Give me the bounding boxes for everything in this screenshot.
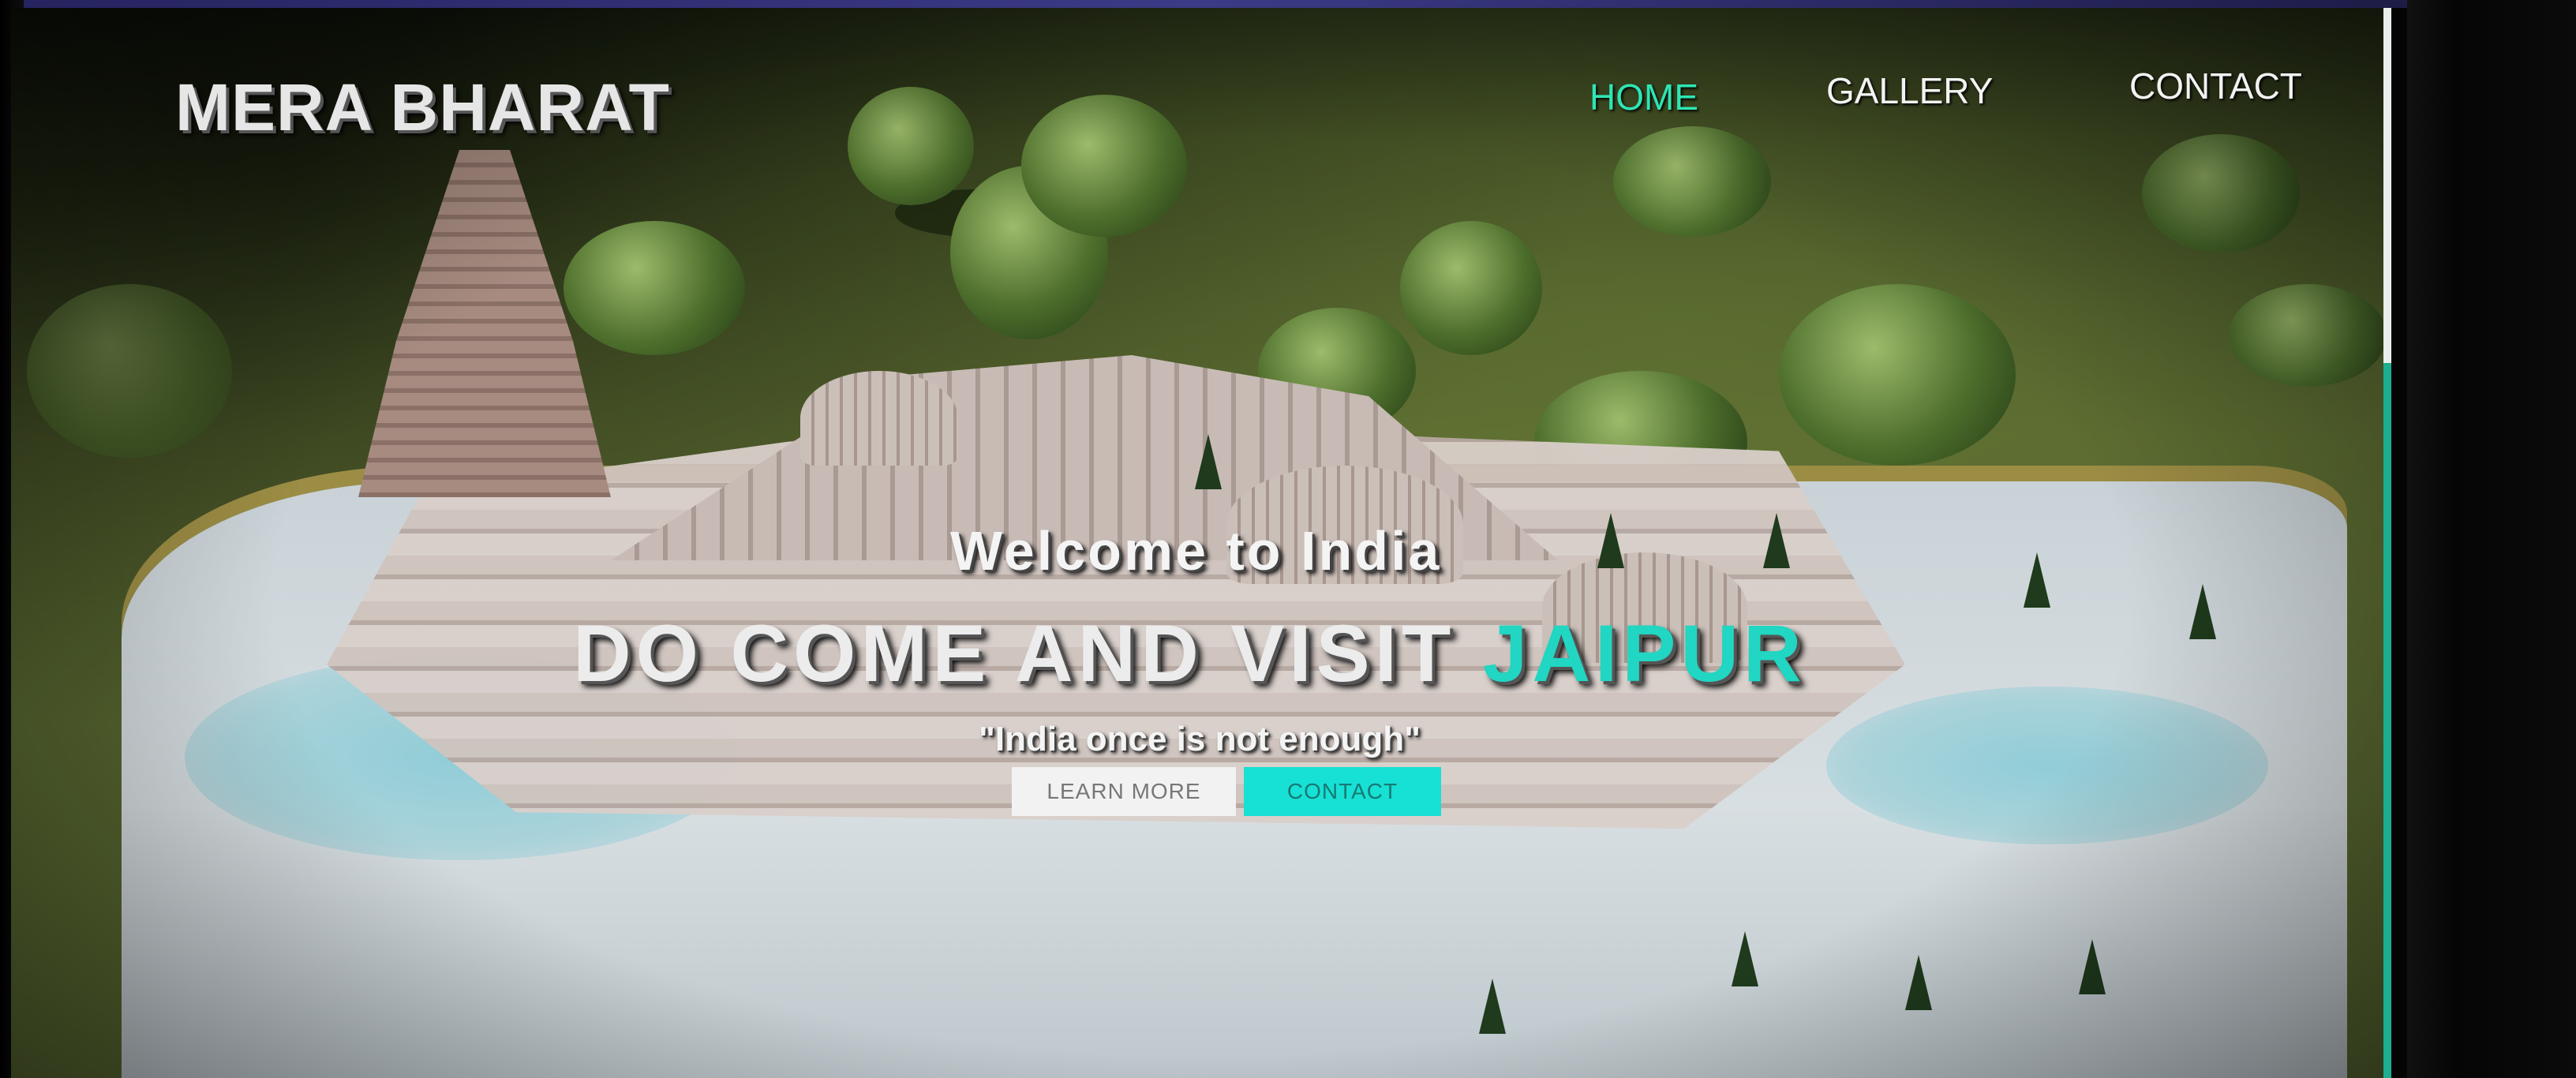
hero-section: MERA BHARAT HOME GALLERY CONTACT Welcome… <box>11 8 2391 1078</box>
learn-more-button[interactable]: LEARN MORE <box>1012 767 1236 816</box>
nav-contact-link[interactable]: CONTACT <box>2129 65 2302 107</box>
monitor-right-bezel <box>2407 0 2576 1078</box>
nav-gallery-link[interactable]: GALLERY <box>1826 69 1993 112</box>
nav-home-link[interactable]: HOME <box>1589 76 1698 118</box>
scrollbar-thumb[interactable] <box>2383 363 2391 1078</box>
site-logo[interactable]: MERA BHARAT <box>175 69 670 146</box>
hero-headline-accent: JAIPUR <box>1482 608 1807 698</box>
hero-subtitle: Welcome to India <box>950 520 1442 582</box>
hero-tagline: "India once is not enough" <box>979 720 1421 758</box>
contact-button[interactable]: CONTACT <box>1244 767 1441 816</box>
hero-headline-main: DO COME AND VISIT <box>573 608 1456 698</box>
hero-headline: DO COME AND VISIT JAIPUR <box>573 608 1807 700</box>
browser-top-strip <box>0 0 2407 8</box>
